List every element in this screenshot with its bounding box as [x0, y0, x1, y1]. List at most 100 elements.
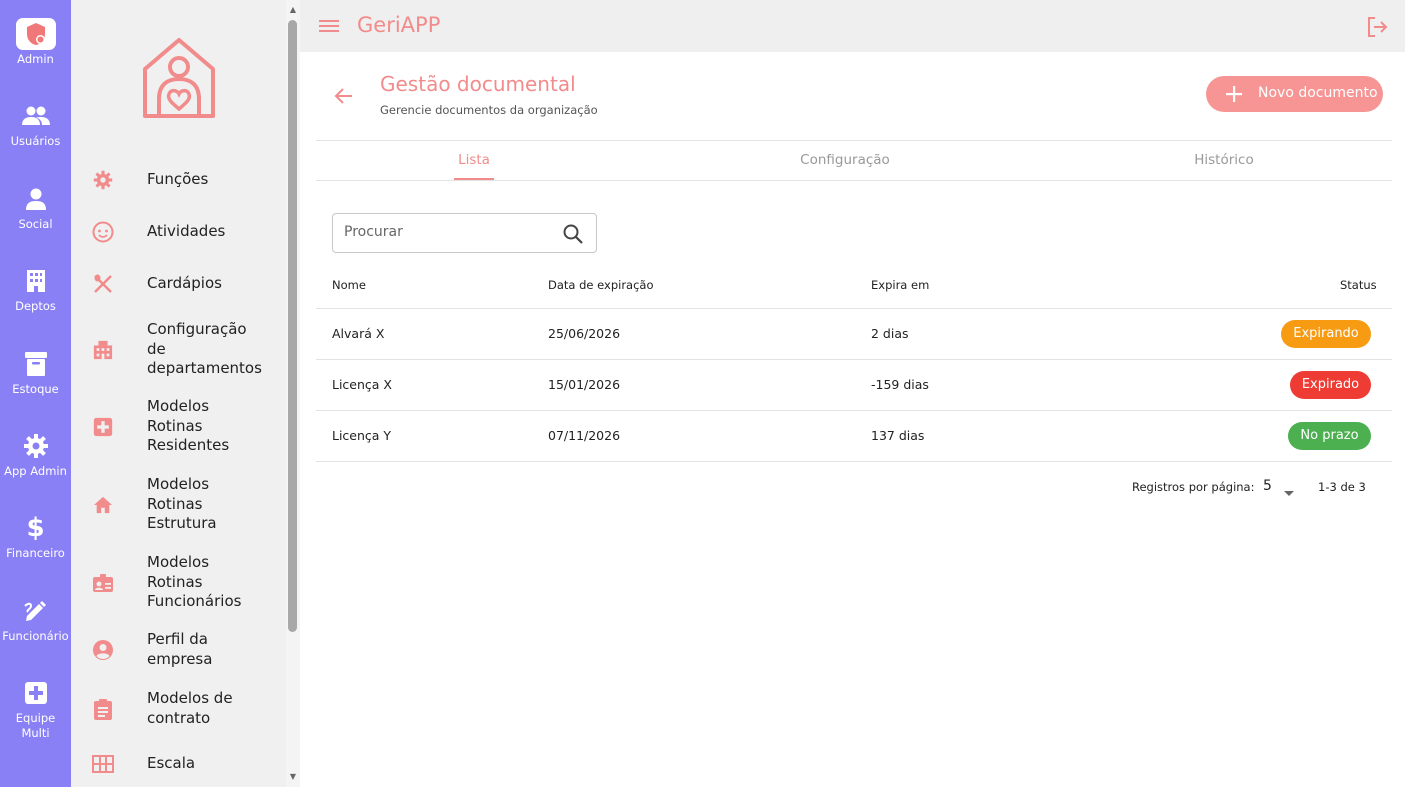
column-header-data-expiracao[interactable]: Data de expiração — [548, 278, 654, 292]
sidebar: Funções Atividades Cardápios Configuraçã… — [71, 0, 286, 787]
building-icon — [91, 338, 115, 362]
sidebar-item-escala[interactable]: Escala — [71, 752, 286, 776]
search-input[interactable] — [344, 224, 544, 240]
app-title: GeriAPP — [357, 13, 441, 37]
rail-item-equipe-multi[interactable]: Equipe Multi — [0, 677, 71, 741]
cell-nome: Licença Y — [332, 428, 392, 443]
rail-label: Usuários — [10, 134, 61, 148]
menu-icon[interactable] — [319, 17, 339, 35]
table-row[interactable]: Alvará X 25/06/2026 2 dias Expirando — [316, 309, 1392, 360]
home-icon — [91, 493, 115, 517]
tab-configuracao[interactable]: Configuração — [790, 152, 900, 168]
app-rail: Admin Usuários Social Deptos Estoque App… — [0, 0, 71, 787]
status-badge: No prazo — [1288, 422, 1371, 450]
rail-item-funcionario[interactable]: Funcionário — [0, 595, 71, 644]
cell-expira: 2 dias — [871, 326, 909, 341]
rail-label: Funcionário — [2, 629, 69, 643]
rail-label: Financeiro — [6, 546, 65, 560]
status-badge: Expirado — [1290, 371, 1371, 399]
sidebar-item-perfil-empresa[interactable]: Perfil da empresa — [71, 630, 286, 670]
cell-nome: Licença X — [332, 377, 392, 392]
building-icon — [16, 265, 56, 297]
sidebar-item-label: Funções — [147, 170, 209, 188]
scroll-down-icon[interactable]: ▼ — [288, 772, 298, 782]
new-document-label: Novo documento — [1258, 85, 1378, 101]
divider — [316, 140, 1392, 141]
status-badge: Expirando — [1281, 320, 1371, 348]
pencil-icon — [16, 595, 56, 627]
dollar-icon: $ — [26, 513, 45, 543]
cell-nome: Alvará X — [332, 326, 385, 341]
sidebar-item-modelos-rotinas-residentes[interactable]: Modelos Rotinas Residentes — [71, 397, 286, 457]
rail-label: Equipe Multi — [15, 711, 56, 740]
rail-item-deptos[interactable]: Deptos — [0, 265, 71, 314]
person-icon — [16, 183, 56, 215]
sidebar-item-configuracao-departamentos[interactable]: Configuração de departamentos — [71, 320, 286, 380]
rail-label: Admin — [17, 52, 54, 66]
sidebar-item-label: Modelos de contrato — [147, 689, 233, 727]
new-document-button[interactable]: Novo documento — [1206, 76, 1383, 112]
column-header-nome[interactable]: Nome — [332, 278, 366, 292]
face-icon — [91, 220, 115, 244]
pagination-range: 1-3 de 3 — [1318, 480, 1366, 494]
rows-per-page-select[interactable]: 5 — [1263, 478, 1272, 494]
column-header-expira-em[interactable]: Expira em — [871, 278, 929, 292]
cell-expira: 137 dias — [871, 428, 925, 443]
sidebar-item-label: Cardápios — [147, 274, 222, 292]
house-heart-logo — [139, 37, 219, 119]
chevron-down-icon[interactable] — [1283, 483, 1295, 496]
sidebar-item-modelos-contrato[interactable]: Modelos de contrato — [71, 689, 286, 729]
scrollbar-thumb[interactable] — [288, 20, 297, 632]
sidebar-item-cardapios[interactable]: Cardápios — [71, 272, 286, 296]
sidebar-scrollbar[interactable]: ▲ ▼ — [286, 0, 300, 787]
back-arrow-icon[interactable] — [333, 85, 355, 107]
tab-lista[interactable]: Lista — [454, 152, 494, 168]
rail-label: Social — [18, 217, 53, 231]
rail-label: Deptos — [15, 299, 56, 313]
cell-expira: -159 dias — [871, 377, 929, 392]
cell-data: 25/06/2026 — [548, 326, 621, 341]
sidebar-item-atividades[interactable]: Atividades — [71, 220, 286, 244]
medical-plus-icon — [91, 415, 115, 439]
gear-icon — [16, 430, 56, 462]
rail-label: Estoque — [12, 382, 59, 396]
sidebar-item-label: Configuração de departamentos — [147, 320, 262, 377]
sidebar-item-label: Perfil da empresa — [147, 630, 213, 668]
rail-item-usuarios[interactable]: Usuários — [0, 100, 71, 149]
tab-historico[interactable]: Histórico — [1180, 152, 1268, 168]
sidebar-item-label: Modelos Rotinas Residentes — [147, 397, 230, 454]
shield-icon — [15, 18, 56, 50]
plus-icon — [1224, 84, 1244, 104]
sidebar-item-modelos-rotinas-funcionarios[interactable]: Modelos Rotinas Funcionários — [71, 553, 286, 613]
rail-item-admin[interactable]: Admin — [0, 18, 71, 67]
account-circle-icon — [91, 638, 115, 662]
sidebar-item-funcoes[interactable]: Funções — [71, 168, 286, 192]
grid-icon — [91, 752, 115, 776]
clipboard-icon — [91, 697, 115, 721]
search-icon[interactable] — [562, 223, 584, 245]
rail-item-financeiro[interactable]: $ Financeiro — [0, 512, 71, 561]
users-icon — [16, 100, 56, 132]
search-box — [332, 213, 597, 253]
scroll-up-icon[interactable]: ▲ — [288, 5, 298, 15]
table-row[interactable]: Licença X 15/01/2026 -159 dias Expirado — [316, 360, 1392, 411]
cell-data: 15/01/2026 — [548, 377, 621, 392]
cell-data: 07/11/2026 — [548, 428, 621, 443]
page-title: Gestão documental — [380, 72, 576, 96]
gear-icon — [91, 168, 115, 192]
sidebar-item-modelos-rotinas-estrutura[interactable]: Modelos Rotinas Estrutura — [71, 475, 286, 535]
table-row[interactable]: Licença Y 07/11/2026 137 dias No prazo — [316, 411, 1392, 462]
divider — [316, 180, 1392, 181]
sidebar-item-label: Escala — [147, 754, 196, 772]
rail-item-app-admin[interactable]: App Admin — [0, 430, 71, 479]
archive-icon — [16, 348, 56, 380]
sidebar-item-label: Modelos Rotinas Estrutura — [147, 475, 217, 532]
rail-item-estoque[interactable]: Estoque — [0, 348, 71, 397]
badge-icon — [91, 571, 115, 595]
logout-icon[interactable] — [1366, 16, 1388, 38]
rail-item-social[interactable]: Social — [0, 183, 71, 232]
utensils-icon — [91, 272, 115, 296]
main-content: Gestão documental Gerencie documentos da… — [300, 52, 1405, 787]
column-header-status[interactable]: Status — [1340, 278, 1377, 292]
rows-per-page-label: Registros por página: — [1132, 480, 1255, 494]
